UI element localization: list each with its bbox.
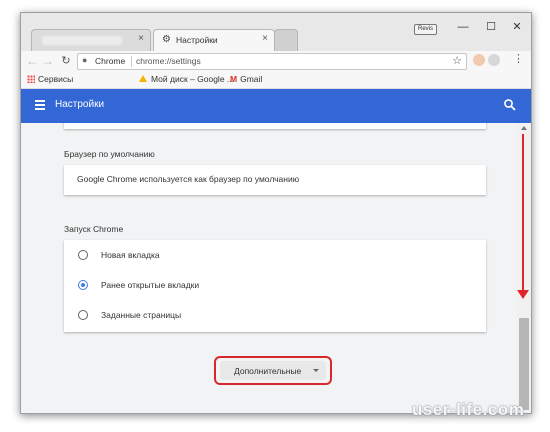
- advanced-label: Дополнительные: [234, 366, 302, 376]
- radio-button[interactable]: [78, 310, 88, 320]
- advanced-button[interactable]: Дополнительные: [220, 361, 326, 380]
- startup-option-continue[interactable]: Ранее открытые вкладки: [64, 270, 486, 300]
- back-button[interactable]: ←: [25, 53, 39, 69]
- bookmark-label: Мой диск – Google ...: [151, 74, 234, 84]
- tab-strip: × ⚙ Настройки × Revis — ☐ ✕: [21, 13, 531, 52]
- extension-icon[interactable]: [488, 54, 500, 66]
- chrome-secure-icon: ●: [82, 55, 88, 65]
- minimize-button[interactable]: —: [449, 19, 477, 35]
- extension-icon[interactable]: [473, 54, 485, 66]
- tab-blurred[interactable]: ×: [31, 29, 151, 52]
- radio-label: Новая вкладка: [101, 250, 160, 260]
- address-bar[interactable]: ● Chrome chrome://settings ☆: [77, 53, 467, 70]
- bookmark-gmail[interactable]: M Gmail: [230, 74, 262, 84]
- gear-icon: ⚙: [162, 34, 171, 45]
- close-window-button[interactable]: ✕: [503, 19, 531, 35]
- page-title: Настройки: [55, 99, 105, 110]
- annotation-arrow-line: [522, 134, 524, 294]
- settings-content: Браузер по умолчанию Google Chrome испол…: [21, 123, 517, 413]
- scrollbar-thumb[interactable]: [519, 318, 529, 410]
- apps-grid-icon: [27, 75, 35, 83]
- profile-chip[interactable]: Revis: [414, 24, 438, 35]
- section-title-default-browser: Браузер по умолчанию: [64, 149, 155, 159]
- section-title-on-startup: Запуск Chrome: [64, 224, 124, 234]
- bookmark-google-drive[interactable]: Мой диск – Google ...: [139, 74, 234, 84]
- gmail-icon: M: [230, 74, 238, 84]
- caret-down-icon: [313, 369, 319, 372]
- startup-option-specific-pages[interactable]: Заданные страницы: [64, 300, 486, 330]
- browser-window: × ⚙ Настройки × Revis — ☐ ✕ ← → ↻ ● Chro…: [20, 12, 532, 414]
- maximize-button[interactable]: ☐: [477, 19, 505, 35]
- advanced-highlight: Дополнительные: [214, 356, 332, 385]
- radio-label: Ранее открытые вкладки: [101, 280, 200, 290]
- bookmark-star-icon[interactable]: ☆: [452, 54, 462, 67]
- radio-label: Заданные страницы: [101, 310, 182, 320]
- bookmark-label: Сервисы: [38, 74, 74, 84]
- bookmark-apps[interactable]: Сервисы: [27, 74, 73, 84]
- bookmarks-bar: Сервисы Мой диск – Google ... M Gmail: [21, 71, 531, 89]
- blurred-tab-title: [42, 36, 122, 45]
- settings-header: Настройки: [21, 89, 531, 123]
- tab-settings[interactable]: ⚙ Настройки ×: [153, 29, 275, 52]
- google-drive-icon: [139, 75, 147, 82]
- radio-button[interactable]: [78, 250, 88, 260]
- bookmark-label: Gmail: [240, 74, 263, 84]
- startup-option-new-tab[interactable]: Новая вкладка: [64, 240, 486, 270]
- omnibox-divider: [131, 56, 132, 67]
- default-browser-status: Google Chrome используется как браузер п…: [77, 174, 300, 184]
- scroll-up-arrow-icon[interactable]: [521, 126, 527, 130]
- new-tab-button[interactable]: [274, 29, 298, 52]
- url-text[interactable]: chrome://settings: [136, 56, 201, 66]
- hamburger-menu-icon[interactable]: [35, 100, 45, 110]
- settings-card-partial: [64, 123, 486, 129]
- close-tab-icon[interactable]: ×: [262, 33, 268, 44]
- watermark: user-life.com: [412, 400, 525, 419]
- forward-button[interactable]: →: [41, 53, 55, 69]
- on-startup-card: Новая вкладка Ранее открытые вкладки Зад…: [64, 240, 486, 332]
- reload-button[interactable]: ↻: [59, 53, 73, 69]
- tab-title: Настройки: [176, 35, 218, 45]
- scrollbar[interactable]: [517, 123, 531, 413]
- annotation-arrow-down-icon: [517, 290, 529, 299]
- default-browser-card: Google Chrome используется как браузер п…: [64, 165, 486, 195]
- site-chip: Chrome: [95, 56, 126, 66]
- radio-button-selected[interactable]: [78, 280, 88, 290]
- search-icon[interactable]: [503, 98, 517, 112]
- chrome-menu-button[interactable]: ⋮: [513, 52, 524, 65]
- toolbar: ← → ↻ ● Chrome chrome://settings ☆ ⋮: [21, 51, 531, 72]
- close-tab-icon[interactable]: ×: [138, 33, 144, 44]
